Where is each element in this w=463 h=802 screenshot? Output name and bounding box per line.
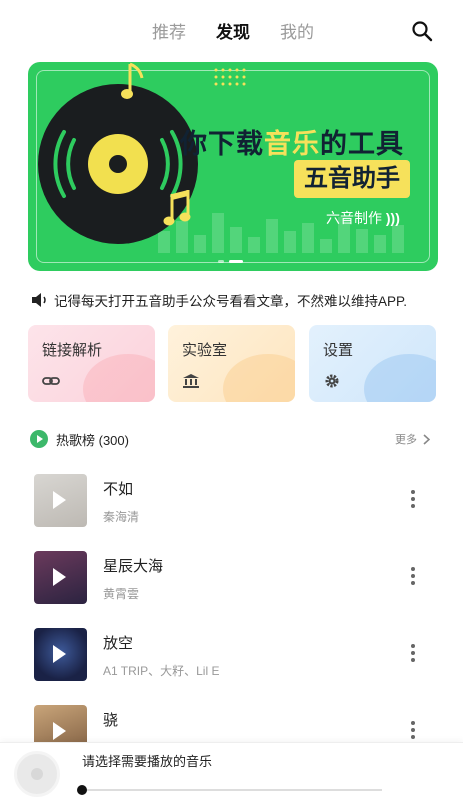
hot-list-title: 热歌榜 (300): [56, 432, 129, 448]
card-decoration: [364, 354, 436, 402]
banner-maker: 六音制作 ))): [326, 210, 400, 226]
dots-decoration: [214, 68, 246, 86]
announcement-text: 记得每天打开五音助手公众号看看文章，不然难以维持APP.: [54, 294, 408, 309]
gear-icon: [325, 374, 339, 388]
more-options-icon[interactable]: [410, 567, 416, 587]
progress-track[interactable]: [82, 789, 382, 791]
search-icon[interactable]: [411, 20, 433, 42]
chevron-right-icon: [423, 433, 430, 445]
play-icon: [53, 491, 66, 509]
mini-player[interactable]: 请选择需要播放的音乐: [0, 742, 463, 802]
banner-subtitle: 五音助手: [294, 160, 410, 198]
song-artist: 秦海清: [103, 510, 140, 524]
more-label: 更多: [395, 434, 417, 446]
album-cover[interactable]: [34, 628, 87, 681]
song-item[interactable]: 放空 A1 TRIP、大籽、Lil E: [34, 628, 434, 684]
card-decoration: [83, 354, 155, 402]
hot-list-header: 热歌榜 (300) 更多: [30, 428, 440, 450]
more-options-icon[interactable]: [410, 490, 416, 510]
song-artist: A1 TRIP、大籽、Lil E: [103, 664, 220, 678]
progress-knob[interactable]: [77, 785, 87, 795]
play-icon: [53, 722, 66, 740]
card-title: 链接解析: [42, 342, 103, 359]
play-circle-icon[interactable]: [30, 430, 48, 448]
pagination-dot-active[interactable]: [229, 260, 243, 263]
play-icon: [53, 568, 66, 586]
announcement-bar[interactable]: 记得每天打开五音助手公众号看看文章，不然难以维持APP.: [30, 289, 440, 311]
song-title: 星辰大海: [103, 558, 164, 575]
banner-pagination: [218, 260, 243, 263]
speaker-icon: [32, 293, 46, 307]
song-item[interactable]: 不如 秦海清: [34, 474, 434, 530]
music-note-icon: [121, 62, 144, 99]
bank-icon: [183, 374, 199, 388]
player-prompt: 请选择需要播放的音乐: [82, 754, 213, 769]
more-options-icon[interactable]: [410, 644, 416, 664]
tab-recommend[interactable]: 推荐: [152, 18, 186, 43]
card-title: 实验室: [182, 342, 228, 359]
song-artist: 黄霄雲: [103, 587, 140, 601]
more-link[interactable]: 更多: [395, 431, 430, 447]
card-title: 设置: [323, 342, 354, 359]
promo-banner[interactable]: 你下载音乐的工具 五音助手 六音制作 ))): [28, 62, 438, 271]
card-decoration: [223, 354, 295, 402]
card-lab[interactable]: 实验室: [168, 325, 295, 402]
link-icon: [42, 377, 60, 385]
disc-icon[interactable]: [14, 751, 60, 797]
song-title: 骁: [103, 712, 119, 729]
card-settings[interactable]: 设置: [309, 325, 436, 402]
double-note-icon: [163, 190, 191, 226]
song-title: 不如: [103, 481, 134, 498]
pagination-dot[interactable]: [218, 260, 224, 263]
more-options-icon[interactable]: [410, 721, 416, 741]
banner-headline: 你下载音乐的工具: [180, 129, 404, 159]
album-cover[interactable]: [34, 474, 87, 527]
song-title: 放空: [103, 635, 134, 652]
song-item[interactable]: 星辰大海 黄霄雲: [34, 551, 434, 607]
album-cover[interactable]: [34, 551, 87, 604]
tab-discover[interactable]: 发现: [216, 18, 250, 43]
tab-mine[interactable]: 我的: [280, 18, 314, 43]
top-bar: 推荐 发现 我的: [0, 0, 463, 58]
card-link-parse[interactable]: 链接解析: [28, 325, 155, 402]
play-icon: [53, 645, 66, 663]
tab-bar: 推荐 发现 我的: [152, 18, 314, 43]
